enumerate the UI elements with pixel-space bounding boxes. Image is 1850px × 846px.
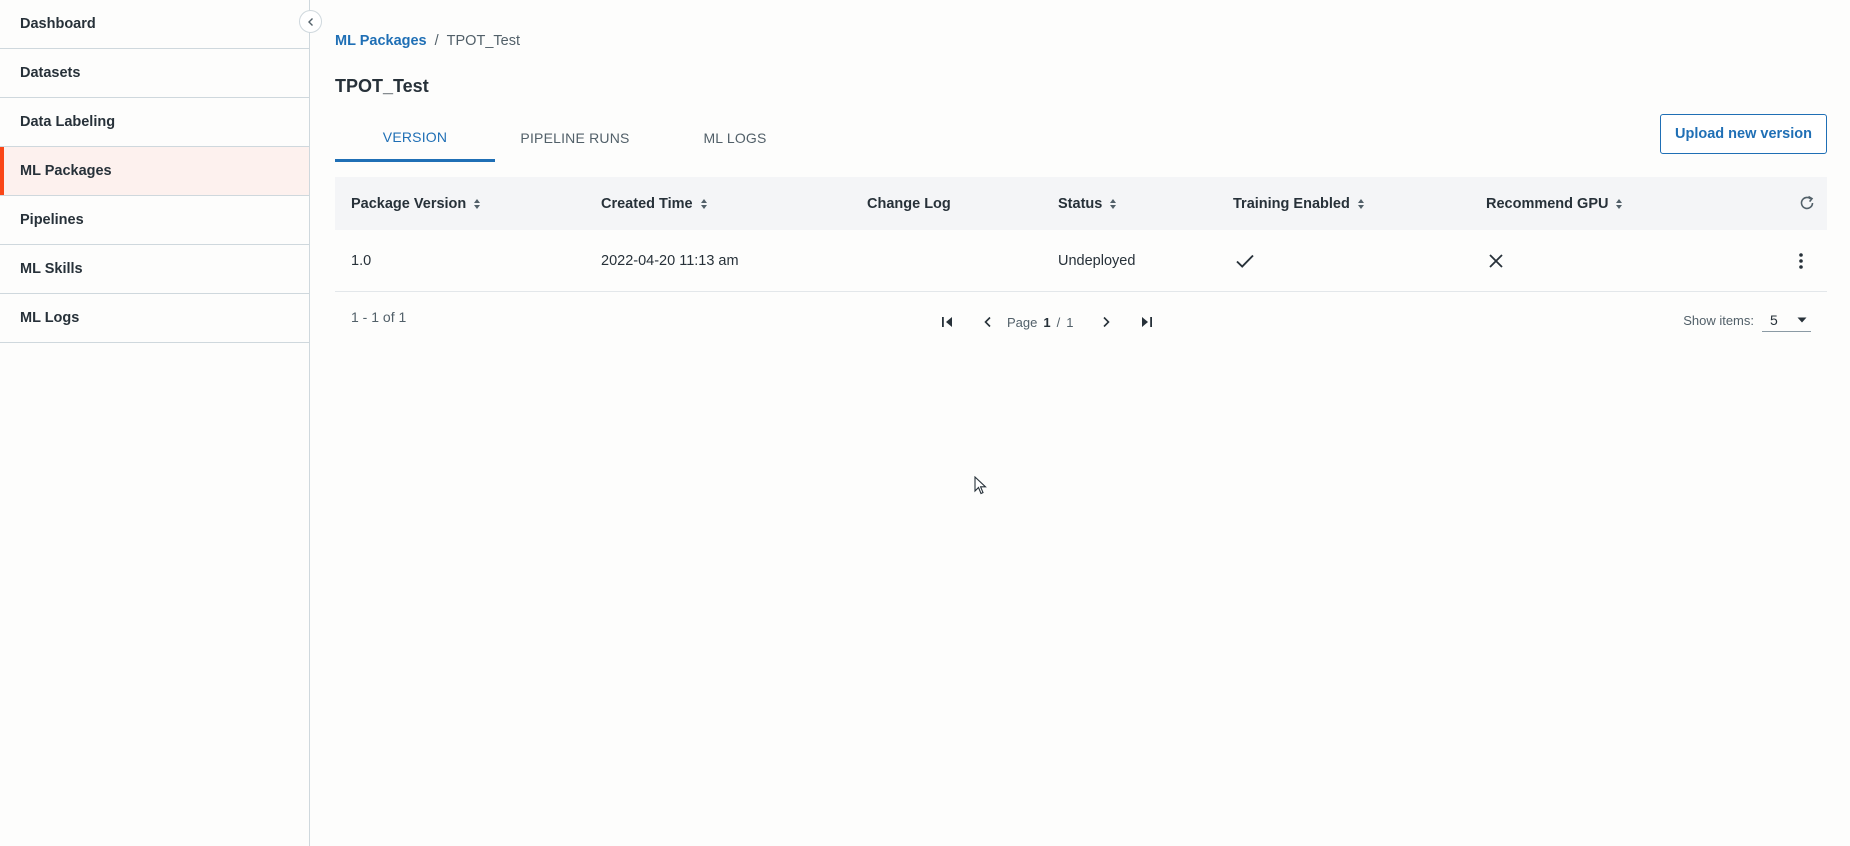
column-header-label: Training Enabled <box>1233 195 1350 212</box>
breadcrumb: ML Packages / TPOT_Test <box>335 33 520 49</box>
tab-version[interactable]: VERSION <box>335 118 495 162</box>
previous-page-button[interactable] <box>975 310 1001 334</box>
caret-down-icon <box>1797 317 1807 322</box>
pagination-range: 1 - 1 of 1 <box>351 309 407 325</box>
chevron-left-icon <box>984 316 991 328</box>
refresh-button[interactable] <box>1795 191 1819 215</box>
sidebar-item-ml-packages[interactable]: ML Packages <box>0 147 309 196</box>
mouse-cursor-icon <box>974 476 987 495</box>
column-header-status[interactable]: Status <box>1058 177 1117 230</box>
upload-new-version-button[interactable]: Upload new version <box>1660 114 1827 154</box>
column-header-label: Change Log <box>867 195 951 212</box>
cell-training-enabled <box>1235 230 1255 292</box>
first-page-icon <box>942 317 952 327</box>
page-indicator: Page 1 / 1 <box>1007 315 1073 330</box>
sort-icon <box>1616 198 1623 209</box>
first-page-button[interactable] <box>935 310 961 334</box>
column-header-package-version[interactable]: Package Version <box>351 177 481 230</box>
more-vertical-icon <box>1799 253 1803 269</box>
tab-pipeline-runs[interactable]: PIPELINE RUNS <box>495 118 655 158</box>
sidebar-item-data-labeling[interactable]: Data Labeling <box>0 98 309 147</box>
sidebar-item-label: ML Packages <box>20 163 112 179</box>
row-actions-button[interactable] <box>1789 249 1813 273</box>
cell-created-time: 2022-04-20 11:13 am <box>601 253 739 269</box>
sort-icon <box>1357 198 1364 209</box>
column-header-created-time[interactable]: Created Time <box>601 177 707 230</box>
page-label: Page <box>1007 314 1038 330</box>
tab-ml-logs[interactable]: ML LOGS <box>655 118 815 158</box>
sidebar-item-ml-skills[interactable]: ML Skills <box>0 245 309 294</box>
page-size-control: Show items: 5 <box>1683 308 1811 332</box>
next-page-button[interactable] <box>1093 310 1119 334</box>
sort-icon <box>1110 198 1117 209</box>
cell-status: Undeployed <box>1058 253 1136 269</box>
page-separator: / <box>1056 314 1061 330</box>
breadcrumb-current: TPOT_Test <box>446 33 520 49</box>
versions-table: Package Version Created Time Change Log … <box>335 177 1827 342</box>
sidebar-item-label: ML Logs <box>20 310 80 326</box>
table-row[interactable]: 1.0 2022-04-20 11:13 am Undeployed <box>335 230 1827 292</box>
column-header-recommend-gpu[interactable]: Recommend GPU <box>1486 177 1623 230</box>
check-icon <box>1236 254 1254 268</box>
page-size-value: 5 <box>1770 311 1778 328</box>
chevron-left-icon <box>307 17 313 26</box>
column-header-training-enabled[interactable]: Training Enabled <box>1233 177 1364 230</box>
show-items-label: Show items: <box>1683 312 1754 328</box>
table-header: Package Version Created Time Change Log … <box>335 177 1827 230</box>
sidebar-item-pipelines[interactable]: Pipelines <box>0 196 309 245</box>
column-header-label: Package Version <box>351 195 467 212</box>
column-header-change-log: Change Log <box>867 177 951 230</box>
sidebar-collapse-button[interactable] <box>299 10 322 33</box>
sort-icon <box>474 198 481 209</box>
breadcrumb-separator: / <box>434 33 439 49</box>
table-footer: 1 - 1 of 1 Page 1 / 1 Show items: 5 <box>335 292 1827 342</box>
sidebar-item-label: ML Skills <box>20 261 83 277</box>
column-header-label: Created Time <box>601 195 693 212</box>
sidebar-item-label: Data Labeling <box>20 114 116 130</box>
total-pages: 1 <box>1066 314 1074 330</box>
page-title: TPOT_Test <box>335 76 429 96</box>
breadcrumb-link-ml-packages[interactable]: ML Packages <box>335 33 427 49</box>
pagination-controls: Page 1 / 1 <box>935 310 1159 334</box>
sort-icon <box>700 198 707 209</box>
sidebar-item-label: Datasets <box>20 65 81 81</box>
last-page-icon <box>1142 317 1153 327</box>
sidebar-item-ml-logs[interactable]: ML Logs <box>0 294 309 343</box>
sidebar-item-label: Dashboard <box>20 16 96 32</box>
column-header-label: Recommend GPU <box>1486 195 1609 212</box>
sidebar-item-datasets[interactable]: Datasets <box>0 49 309 98</box>
last-page-button[interactable] <box>1133 310 1159 334</box>
page-size-select[interactable]: 5 <box>1762 308 1811 332</box>
chevron-right-icon <box>1103 316 1111 328</box>
close-icon <box>1489 254 1503 268</box>
sidebar-item-label: Pipelines <box>20 212 84 228</box>
sidebar-item-dashboard[interactable]: Dashboard <box>0 0 309 49</box>
refresh-icon <box>1800 195 1814 210</box>
tab-bar: VERSION PIPELINE RUNS ML LOGS <box>335 118 815 162</box>
current-page[interactable]: 1 <box>1043 315 1050 330</box>
cell-recommend-gpu <box>1488 230 1504 292</box>
sidebar: Dashboard Datasets Data Labeling ML Pack… <box>0 0 310 846</box>
main-content: ML Packages / TPOT_Test TPOT_Test VERSIO… <box>335 0 1827 846</box>
cell-package-version: 1.0 <box>351 253 372 269</box>
column-header-label: Status <box>1058 195 1103 212</box>
